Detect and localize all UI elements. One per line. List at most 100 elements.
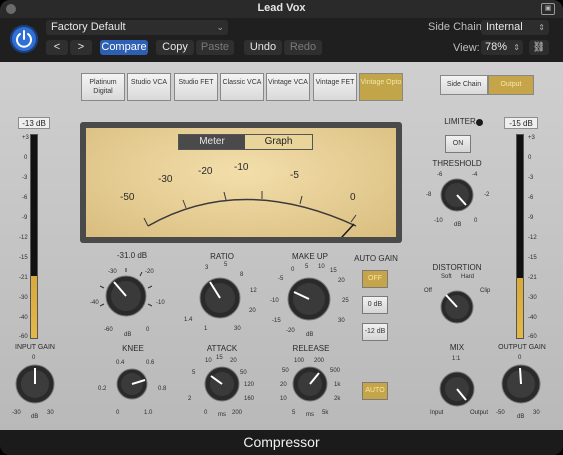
output-knob-max-label: 30 — [533, 410, 540, 416]
link-button[interactable]: ⛓ — [529, 40, 549, 55]
release-tick: 1k — [334, 382, 341, 388]
input-knob-max-label: 30 — [47, 410, 54, 416]
input-knob-unit-label: dB — [31, 414, 39, 420]
scale-tick: -40 — [19, 315, 28, 321]
release-tick: 20 — [280, 382, 287, 388]
power-button[interactable] — [10, 25, 38, 53]
ratio-tick: 3 — [205, 265, 209, 271]
makeup-unit: dB — [306, 332, 314, 338]
scale-tick: -6 — [528, 195, 534, 201]
circuit-vintage-opto-button[interactable]: Vintage Opto — [359, 73, 403, 101]
auto-gain-0db-button[interactable]: 0 dB — [362, 296, 388, 314]
compare-button[interactable]: Compare — [100, 40, 148, 55]
ratio-tick: 8 — [240, 272, 244, 278]
limiter-threshold-knob[interactable] — [434, 172, 480, 218]
distortion-soft-option[interactable]: Soft — [441, 274, 452, 280]
release-knob[interactable] — [286, 360, 334, 408]
preset-menu[interactable]: Factory Default ⌄ — [46, 20, 228, 35]
release-tick: 100 — [294, 358, 305, 364]
knee-knob[interactable] — [110, 362, 154, 406]
undo-button[interactable]: Undo — [244, 40, 282, 55]
output-toggle-button[interactable]: Output — [488, 75, 534, 95]
limiter-on-button[interactable]: ON — [445, 135, 471, 153]
attack-knob[interactable] — [198, 360, 246, 408]
output-gain-label: OUTPUT GAIN — [498, 344, 546, 351]
threshold-tick: -30 — [108, 269, 117, 275]
distortion-hard-option[interactable]: Hard — [461, 274, 474, 280]
view-zoom-menu[interactable]: 78% ⇕ — [481, 40, 523, 55]
vu-tick-label: 0 — [350, 192, 356, 203]
scale-tick: -21 — [528, 275, 537, 281]
link-icon: ⛓ — [532, 42, 546, 53]
distortion-clip-option[interactable]: Clip — [480, 288, 490, 294]
window-title: Lead Vox — [257, 2, 306, 14]
release-tick: 200 — [314, 358, 325, 364]
previous-preset-button[interactable]: < — [46, 40, 68, 55]
circuit-studio-vca-button[interactable]: Studio VCA — [127, 73, 171, 101]
scale-tick: -30 — [528, 295, 537, 301]
vu-tick-label: -50 — [120, 192, 135, 203]
threshold-tick: 0 — [146, 327, 150, 333]
limiter-tick: -4 — [472, 172, 478, 178]
preset-name: Factory Default — [51, 21, 126, 33]
scale-tick: -9 — [22, 215, 28, 221]
vu-meter-face: Meter Graph -50 -30 -20 -10 -5 0 — [86, 128, 396, 237]
circuit-platinum-digital-button[interactable]: Platinum Digital — [81, 73, 125, 101]
output-gain-knob[interactable] — [496, 354, 546, 412]
distortion-off-option[interactable]: Off — [424, 288, 432, 294]
auto-gain-off-button[interactable]: OFF — [362, 270, 388, 288]
attack-unit: ms — [218, 412, 226, 418]
distortion-knob[interactable] — [434, 284, 480, 330]
makeup-tick: -5 — [278, 276, 284, 282]
scale-tick: 0 — [24, 155, 28, 161]
output-knob-center-label: 0 — [518, 355, 522, 361]
threshold-value: -31.0 dB — [116, 251, 148, 260]
threshold-tick: -20 — [145, 269, 154, 275]
release-auto-button[interactable]: AUTO — [362, 382, 388, 400]
output-level-fill — [517, 278, 523, 338]
makeup-tick: 10 — [318, 264, 325, 270]
redo-button[interactable]: Redo — [284, 40, 322, 55]
ratio-tick: 20 — [249, 308, 256, 314]
makeup-tick: 20 — [338, 278, 345, 284]
attack-tick: 120 — [244, 382, 255, 388]
side-chain-menu[interactable]: Internal ⇕ — [481, 20, 549, 35]
limiter-unit: dB — [454, 222, 462, 228]
limiter-tick: -6 — [437, 172, 443, 178]
attack-tick: 50 — [240, 370, 247, 376]
input-gain-knob[interactable] — [10, 354, 60, 412]
limiter-threshold-label: THRESHOLD — [432, 159, 482, 168]
distortion-label: DISTORTION — [432, 263, 482, 272]
knee-tick: 0.4 — [116, 360, 125, 366]
limiter-tick: -2 — [484, 192, 490, 198]
makeup-knob[interactable] — [276, 266, 342, 332]
vu-arc — [143, 191, 357, 237]
circuit-studio-fet-button[interactable]: Studio FET — [174, 73, 218, 101]
auto-gain-minus12db-button[interactable]: -12 dB — [362, 323, 388, 341]
copy-button[interactable]: Copy — [156, 40, 194, 55]
ratio-tick: 30 — [234, 326, 241, 332]
mix-knob[interactable] — [432, 364, 482, 414]
view-zoom-value: 78% — [485, 41, 508, 53]
scale-tick: -6 — [22, 195, 28, 201]
paste-button[interactable]: Paste — [196, 40, 234, 55]
attack-tick: 20 — [230, 358, 237, 364]
next-preset-button[interactable]: > — [70, 40, 92, 55]
attack-tick: 5 — [192, 370, 196, 376]
vu-needle — [340, 223, 355, 237]
circuit-classic-vca-button[interactable]: Classic VCA — [220, 73, 264, 101]
knee-tick: 0 — [116, 410, 120, 416]
circuit-vintage-fet-button[interactable]: Vintage FET — [313, 73, 357, 101]
side-chain-toggle-button[interactable]: Side Chain — [440, 75, 488, 95]
scale-tick: -60 — [19, 334, 28, 340]
input-level-meter — [30, 134, 38, 339]
release-tick: 50 — [282, 368, 289, 374]
window-mode-icon[interactable]: ▣ — [541, 3, 555, 15]
updown-icon: ⇕ — [538, 23, 545, 32]
circuit-vintage-vca-button[interactable]: Vintage VCA — [266, 73, 310, 101]
mix-ratio-label: 1:1 — [452, 356, 461, 362]
power-icon — [16, 30, 32, 48]
output-level-meter — [516, 134, 524, 339]
attack-label: ATTACK — [206, 344, 238, 353]
scale-tick: -15 — [528, 255, 537, 261]
